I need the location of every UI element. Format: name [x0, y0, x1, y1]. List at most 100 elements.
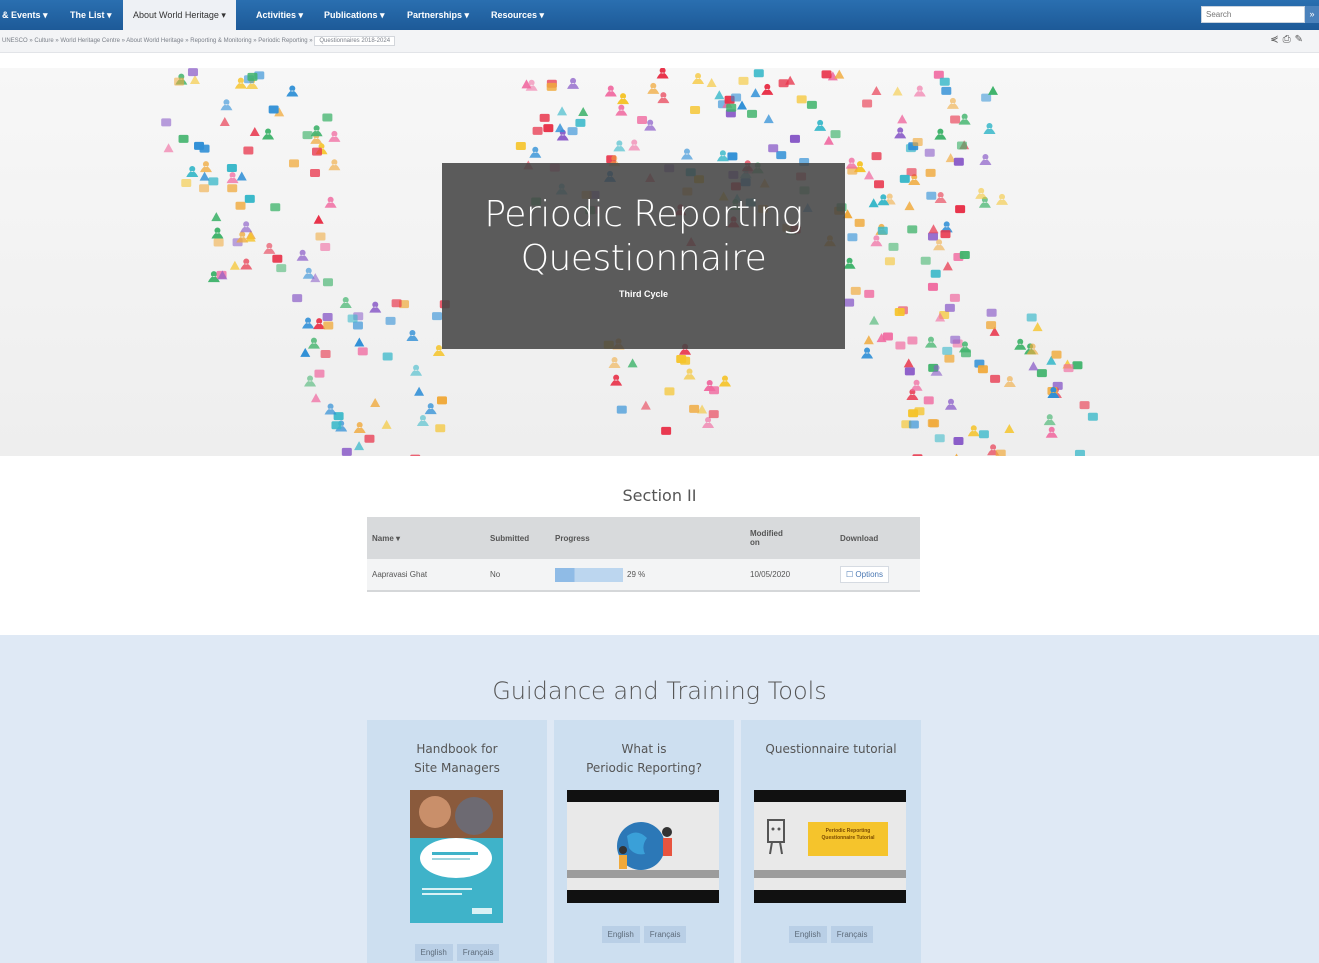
map-pictogram	[821, 70, 832, 79]
map-pictogram	[247, 72, 258, 81]
map-pictogram	[227, 184, 238, 193]
map-pictogram	[874, 180, 885, 189]
map-pictogram	[647, 82, 660, 94]
map-pictogram	[414, 386, 425, 396]
map-pictogram	[323, 321, 334, 330]
map-pictogram	[737, 100, 748, 110]
map-pictogram	[690, 105, 701, 114]
map-pictogram	[617, 93, 630, 105]
map-pictogram	[908, 409, 919, 418]
map-pictogram	[814, 119, 827, 131]
share-icon[interactable]: ⋞	[1270, 34, 1282, 45]
map-pictogram	[307, 337, 320, 349]
map-pictogram	[871, 152, 882, 161]
map-pictogram	[990, 374, 1001, 383]
card-title-line1: Questionnaire tutorial	[765, 742, 897, 756]
video-player[interactable]: Periodic Reporting Questionnaire Tutoria…	[754, 790, 906, 903]
map-pictogram	[557, 106, 568, 116]
map-pictogram	[763, 114, 774, 124]
map-pictogram	[328, 130, 341, 142]
card-title-line1: What is	[621, 742, 667, 756]
row-name-link[interactable]: Aapravasi Ghat	[367, 559, 485, 592]
francais-button[interactable]: Français	[830, 926, 874, 943]
card-questionnaire-tutorial: Questionnaire tutorial Periodic Reportin…	[741, 720, 921, 963]
breadcrumb-item[interactable]: UNESCO	[2, 38, 28, 44]
map-pictogram	[928, 224, 939, 234]
map-pictogram	[320, 242, 331, 251]
map-pictogram	[410, 454, 421, 456]
map-pictogram	[789, 134, 800, 143]
map-pictogram	[934, 192, 947, 204]
search-button[interactable]: »	[1305, 6, 1319, 23]
map-pictogram	[806, 100, 817, 109]
map-pictogram	[1028, 361, 1039, 371]
print-icon[interactable]: ⎙	[1283, 34, 1295, 45]
english-button[interactable]: English	[601, 926, 640, 943]
nav-item-the-list[interactable]: The List ▾	[70, 0, 112, 30]
header-progress: Progress	[550, 517, 745, 559]
map-pictogram	[955, 453, 958, 456]
map-pictogram	[920, 256, 931, 265]
map-pictogram	[1036, 369, 1047, 378]
hero-title-line2: Questionnaire	[520, 238, 767, 279]
map-pictogram	[236, 171, 247, 181]
breadcrumb-item[interactable]: World Heritage Centre	[60, 38, 120, 44]
nav-item-publications[interactable]: Publications ▾	[324, 0, 385, 30]
edit-icon[interactable]: ✎	[1295, 34, 1307, 45]
map-pictogram	[575, 118, 586, 127]
card-title-line2: Site Managers	[414, 761, 500, 775]
map-pictogram	[211, 227, 224, 239]
map-pictogram	[1045, 426, 1058, 438]
map-pictogram	[243, 146, 254, 155]
map-pictogram	[950, 335, 961, 344]
nav-item-resources[interactable]: Resources ▾	[491, 0, 544, 30]
nav-item-activities[interactable]: Activities ▾	[256, 0, 303, 30]
map-pictogram	[925, 168, 936, 177]
map-pictogram	[944, 303, 955, 312]
map-pictogram	[286, 85, 299, 97]
map-pictogram	[981, 93, 992, 102]
map-pictogram	[263, 242, 276, 254]
search-input[interactable]	[1201, 6, 1305, 23]
map-pictogram	[942, 346, 953, 355]
map-pictogram	[939, 77, 950, 86]
map-pictogram	[987, 85, 998, 95]
map-pictogram	[995, 449, 1006, 456]
map-pictogram	[941, 86, 952, 95]
map-pictogram	[302, 131, 313, 140]
map-pictogram	[731, 93, 742, 102]
options-button[interactable]: ☐ Options	[840, 566, 889, 583]
map-pictogram	[272, 254, 283, 263]
nav-item-about-world-heritage[interactable]: About World Heritage ▾	[123, 0, 236, 30]
breadcrumb-item[interactable]: Periodic Reporting	[258, 38, 307, 44]
map-pictogram	[967, 425, 980, 437]
map-pictogram	[863, 335, 874, 345]
video-player[interactable]	[567, 790, 719, 903]
header-name[interactable]: Name ▾	[367, 517, 485, 559]
map-pictogram	[903, 358, 914, 368]
francais-button[interactable]: Français	[643, 926, 687, 943]
map-pictogram	[324, 196, 337, 208]
breadcrumb-item[interactable]: Culture	[34, 38, 53, 44]
english-button[interactable]: English	[414, 944, 453, 961]
map-pictogram	[174, 77, 185, 86]
map-pictogram	[310, 393, 321, 403]
francais-button[interactable]: Français	[456, 944, 500, 961]
map-pictogram	[942, 261, 953, 271]
map-pictogram	[199, 161, 212, 173]
handbook-cover-image[interactable]	[410, 790, 503, 923]
breadcrumb-item[interactable]: Reporting & Monitoring	[190, 38, 251, 44]
hero-title-box: Periodic Reporting Questionnaire Third C…	[442, 163, 845, 349]
map-pictogram	[950, 115, 961, 124]
breadcrumb-item[interactable]: About World Heritage	[126, 38, 183, 44]
nav-item-partnerships[interactable]: Partnerships ▾	[407, 0, 469, 30]
map-pictogram	[211, 212, 222, 222]
english-button[interactable]: English	[788, 926, 827, 943]
map-pictogram	[986, 321, 997, 330]
map-pictogram	[944, 354, 955, 363]
map-pictogram	[844, 298, 855, 307]
map-pictogram	[904, 367, 915, 376]
nav-item-events[interactable]: & Events ▾	[2, 0, 48, 30]
map-pictogram	[750, 88, 761, 98]
hero-title-line1: Periodic Reporting	[484, 194, 803, 235]
